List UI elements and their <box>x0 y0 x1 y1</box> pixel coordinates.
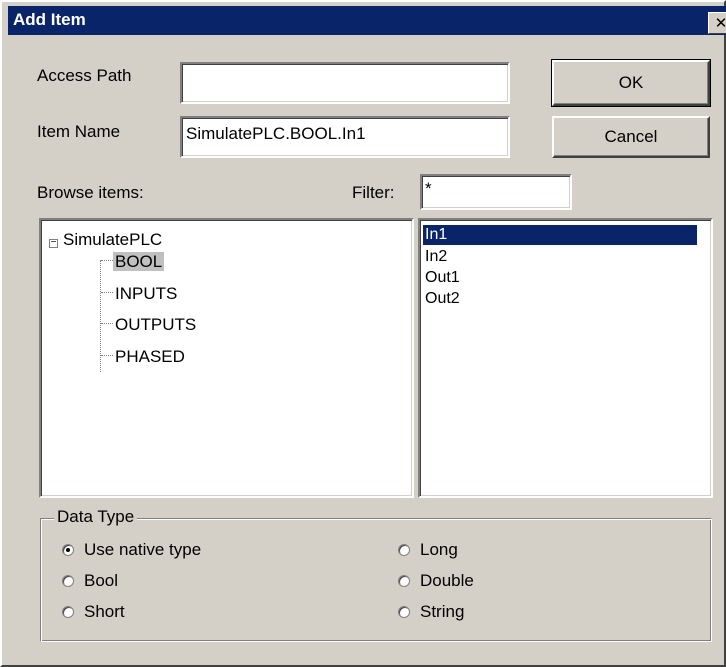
radio-icon <box>398 575 410 587</box>
access-path-input[interactable] <box>180 62 510 104</box>
radio-icon <box>398 544 410 556</box>
list-item-out2[interactable]: Out2 <box>423 289 697 309</box>
radio-icon <box>62 544 74 556</box>
access-path-label: Access Path <box>37 66 132 85</box>
tree-root-simulateplc[interactable]: SimulatePLC <box>63 230 162 250</box>
filter-input[interactable]: * <box>420 174 572 210</box>
item-name-input[interactable]: SimulatePLC.BOOL.In1 <box>180 116 510 158</box>
data-type-group <box>40 518 712 642</box>
filter-label: Filter: <box>352 183 395 202</box>
browse-tree[interactable]: − SimulatePLC BOOL INPUTS OUTPUTS PHASED <box>39 218 414 498</box>
minus-box-icon[interactable]: − <box>49 238 58 248</box>
radio-string[interactable]: String <box>398 602 464 622</box>
window-title: Add Item <box>13 10 86 29</box>
item-name-value: SimulatePLC.BOOL.In1 <box>186 124 366 143</box>
cancel-button[interactable]: Cancel <box>552 116 710 158</box>
browse-items-label: Browse items: <box>37 183 144 202</box>
tree-item-bool[interactable]: BOOL <box>113 252 165 272</box>
tree-item-inputs[interactable]: INPUTS <box>115 284 177 304</box>
tree-connector <box>101 355 113 356</box>
radio-long[interactable]: Long <box>398 540 458 560</box>
radio-use-native-type[interactable]: Use native type <box>62 540 201 560</box>
add-item-dialog: Add Item ✕ Access Path Item Name Simulat… <box>0 0 726 667</box>
radio-double[interactable]: Double <box>398 571 474 591</box>
filter-value: * <box>425 179 432 198</box>
radio-icon <box>62 606 74 618</box>
title-bar: Add Item ✕ <box>8 6 726 35</box>
radio-short[interactable]: Short <box>62 602 125 622</box>
radio-icon <box>398 606 410 618</box>
tree-connector <box>101 323 113 324</box>
list-item-in2[interactable]: In2 <box>423 247 697 267</box>
list-item-out1[interactable]: Out1 <box>423 268 697 288</box>
tree-item-phased[interactable]: PHASED <box>115 347 185 367</box>
data-type-legend: Data Type <box>54 507 138 527</box>
item-name-label: Item Name <box>37 122 121 141</box>
ok-button[interactable]: OK <box>551 59 711 107</box>
radio-bool[interactable]: Bool <box>62 571 118 591</box>
items-list[interactable]: In1 In2 Out1 Out2 <box>418 218 713 498</box>
tree-connector <box>101 260 113 261</box>
radio-icon <box>62 575 74 587</box>
close-icon: ✕ <box>714 14 726 32</box>
tree-item-outputs[interactable]: OUTPUTS <box>115 315 196 335</box>
list-item-in1[interactable]: In1 <box>423 225 697 245</box>
close-button[interactable]: ✕ <box>708 12 726 34</box>
tree-connector <box>101 292 113 293</box>
